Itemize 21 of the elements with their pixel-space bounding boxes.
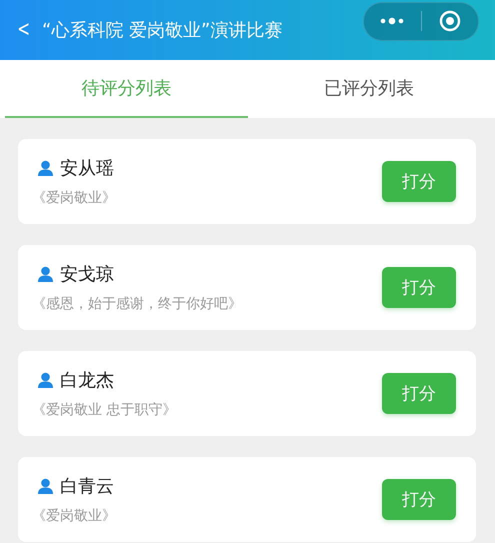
speech-title: 《爱岗敬业 忠于职守》 (32, 401, 178, 419)
score-button[interactable]: 打分 (382, 161, 456, 202)
person-icon (38, 478, 53, 494)
score-button[interactable]: 打分 (382, 267, 456, 308)
score-button[interactable]: 打分 (382, 373, 456, 414)
person-icon (38, 372, 53, 388)
speech-title: 《爱岗敬业》 (32, 507, 117, 525)
person-icon (38, 160, 53, 176)
speech-title: 《感恩，始于感谢，终于你好吧》 (32, 295, 243, 313)
tab[interactable]: 待评分列表 (5, 60, 248, 118)
contestant-name: 安从瑶 (60, 157, 114, 180)
speech-title: 《爱岗敬业》 (32, 189, 117, 207)
person-icon (38, 266, 53, 282)
tab[interactable]: 已评分列表 (248, 60, 490, 118)
page-title: “心系科院 爱岗敬业”演讲比赛 (42, 19, 284, 42)
contestant-name: 安戈琼 (60, 263, 114, 286)
contestant-name: 白龙杰 (60, 369, 114, 392)
contestant-name: 白青云 (60, 475, 114, 498)
more-icon[interactable] (379, 17, 406, 25)
back-button[interactable]: < (17, 19, 33, 41)
score-button[interactable]: 打分 (382, 479, 456, 520)
